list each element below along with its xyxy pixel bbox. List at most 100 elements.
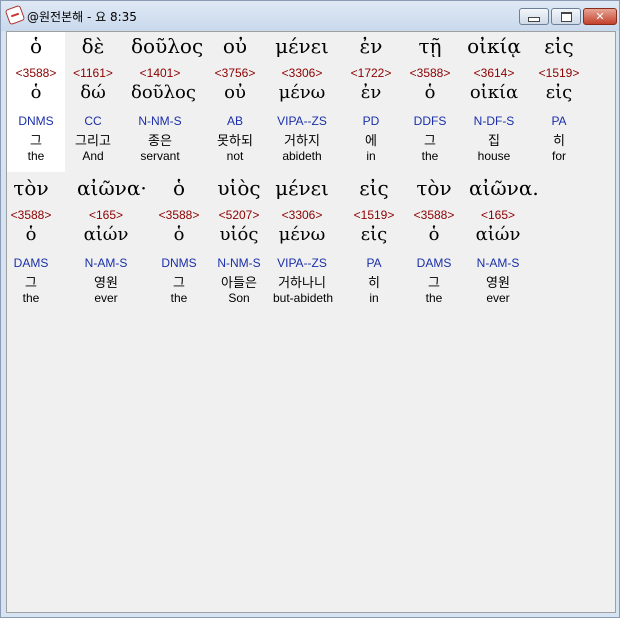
korean-gloss: 히 (553, 134, 565, 149)
word-block[interactable]: τὸν <3588> ὁ DAMS 그 the (405, 174, 463, 314)
lemma: αἰών (475, 224, 521, 245)
app-icon[interactable] (4, 4, 26, 26)
korean-gloss: 그리고 (75, 134, 111, 149)
parsing-code: DNMS (18, 114, 54, 128)
strong-number: <1519> (538, 66, 580, 80)
word-block[interactable]: ὁ <3588> ὁ DNMS 그 the (7, 32, 65, 172)
word-block[interactable]: αἰῶνα· <165> αἰών N-AM-S 영원 ever (77, 174, 147, 314)
word-block[interactable]: τὸν <3588> ὁ DAMS 그 the (2, 174, 60, 314)
parsing-code: PD (362, 114, 380, 128)
strong-number: <3306> (281, 66, 323, 80)
english-gloss: not (226, 149, 244, 163)
strong-number: <3756> (214, 66, 256, 80)
korean-gloss: 종은 (148, 134, 172, 149)
greek-word: μένει (275, 176, 329, 200)
strong-number: <3588> (413, 208, 455, 222)
lemma: οἰκία (469, 82, 519, 103)
strong-number: <1519> (353, 208, 395, 222)
english-gloss: ever (94, 291, 118, 305)
korean-gloss: 아들은 (221, 276, 257, 291)
korean-gloss: 거하나니 (278, 276, 326, 291)
parsing-code: DAMS (13, 256, 49, 270)
minimize-button[interactable] (519, 8, 549, 25)
parsing-code: DNMS (161, 256, 197, 270)
strong-number: <3306> (281, 208, 323, 222)
word-block[interactable]: ἐν <1722> ἐν PD 에 in (342, 32, 400, 172)
word-block[interactable]: τῇ <3588> ὁ DDFS 그 the (401, 32, 459, 172)
korean-gloss: 영원 (94, 276, 118, 291)
parsing-code: DDFS (413, 114, 447, 128)
greek-word: ὁ (29, 34, 43, 58)
english-gloss: the (27, 149, 45, 163)
korean-gloss: 그 (25, 276, 37, 291)
english-gloss: ever (486, 291, 510, 305)
lemma: ὁ (25, 224, 37, 245)
korean-gloss: 그 (424, 134, 436, 149)
strong-number: <165> (480, 208, 516, 222)
greek-word: αἰῶνα· (77, 176, 147, 200)
greek-word: εἰς (359, 176, 389, 200)
maximize-icon (560, 11, 572, 22)
korean-gloss: 에 (365, 134, 377, 149)
lemma: αἰών (83, 224, 129, 245)
title-bar[interactable]: @원전본해 - 요 8:35 ✕ (1, 1, 619, 31)
greek-word: οἰκίᾳ (467, 34, 521, 58)
maximize-button[interactable] (551, 8, 581, 25)
parsing-code: PA (551, 114, 567, 128)
strong-number: <1722> (350, 66, 392, 80)
word-block[interactable]: εἰς <1519> εἰς PA 히 in (345, 174, 403, 314)
korean-gloss: 집 (488, 134, 500, 149)
word-block[interactable]: μένει <3306> μένω VIPA--ZS 거하지 abideth (273, 32, 331, 172)
english-gloss: in (366, 149, 376, 163)
app-window: @원전본해 - 요 8:35 ✕ ὁ <3588> ὁ DNMS 그 the δ… (0, 0, 620, 618)
greek-word: αἰῶνα. (469, 176, 539, 200)
lemma: δώ (80, 82, 106, 103)
word-block[interactable]: ὁ <3588> ὁ DNMS 그 the (150, 174, 208, 314)
greek-word: οὐ (222, 34, 248, 58)
word-block[interactable]: οὐ <3756> οὐ AB 못하되 not (206, 32, 264, 172)
english-gloss: servant (140, 149, 180, 163)
korean-gloss: 히 (368, 276, 380, 291)
english-gloss: the (421, 149, 439, 163)
parsing-code: N-AM-S (476, 256, 520, 270)
greek-word: δὲ (81, 34, 105, 58)
parsing-code: N-DF-S (473, 114, 515, 128)
english-gloss: but-abideth (273, 291, 334, 305)
interlinear-panel[interactable]: ὁ <3588> ὁ DNMS 그 the δὲ <1161> δώ CC 그리… (6, 31, 616, 613)
word-block[interactable]: υἱὸς <5207> υἱός N-NM-S 아들은 Son (210, 174, 268, 314)
english-gloss: And (82, 149, 104, 163)
english-gloss: Son (228, 291, 250, 305)
word-block[interactable]: δὲ <1161> δώ CC 그리고 And (64, 32, 122, 172)
greek-word: τὸν (13, 176, 49, 200)
lemma: ὁ (173, 224, 185, 245)
word-block[interactable]: μένει <3306> μένω VIPA--ZS 거하나니 but-abid… (273, 174, 334, 314)
english-gloss: in (369, 291, 379, 305)
korean-gloss: 그 (428, 276, 440, 291)
korean-gloss: 그 (30, 134, 42, 149)
english-gloss: the (170, 291, 188, 305)
strong-number: <3588> (409, 66, 451, 80)
korean-gloss: 거하지 (284, 134, 320, 149)
greek-word: τῇ (418, 34, 442, 58)
word-block[interactable]: δοῦλος <1401> δοῦλος N-NM-S 종은 servant (131, 32, 203, 172)
lemma: ὁ (428, 224, 440, 245)
lemma: ὁ (30, 82, 42, 103)
close-icon: ✕ (595, 10, 605, 23)
greek-word: μένει (275, 34, 329, 58)
lemma: μένω (278, 82, 326, 103)
greek-word: υἱὸς (217, 176, 261, 200)
lemma: ἐν (360, 82, 382, 103)
word-block[interactable]: οἰκίᾳ <3614> οἰκία N-DF-S 집 house (465, 32, 523, 172)
english-gloss: house (477, 149, 511, 163)
strong-number: <3588> (158, 208, 200, 222)
word-block[interactable]: αἰῶνα. <165> αἰών N-AM-S 영원 ever (469, 174, 539, 314)
greek-word: ἐν (359, 34, 383, 58)
close-button[interactable]: ✕ (583, 8, 617, 25)
english-gloss: abideth (282, 149, 322, 163)
word-block[interactable]: εἰς <1519> εἰς PA 히 for (530, 32, 588, 172)
greek-word: ὁ (172, 176, 186, 200)
parsing-code: DAMS (416, 256, 452, 270)
lemma: υἱός (219, 224, 259, 245)
minimize-icon (528, 16, 540, 22)
strong-number: <3588> (15, 66, 57, 80)
